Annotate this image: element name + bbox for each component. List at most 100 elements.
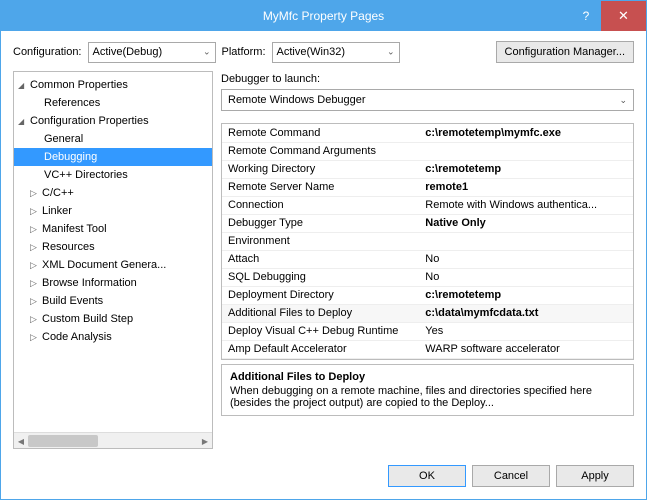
expand-icon[interactable] (30, 278, 40, 289)
tree-browse-info[interactable]: Browse Information (14, 274, 212, 292)
property-row[interactable]: Remote Command Arguments (222, 142, 633, 160)
property-row[interactable]: SQL DebuggingNo (222, 268, 633, 286)
scroll-thumb[interactable] (28, 435, 98, 447)
h-scrollbar[interactable]: ◀ ▶ (14, 432, 212, 448)
property-key: Remote Server Name (222, 178, 419, 196)
tree-cpp[interactable]: C/C++ (14, 184, 212, 202)
property-key: Deployment Directory (222, 286, 419, 304)
description-title: Additional Files to Deploy (230, 371, 625, 383)
config-row: Configuration: Active(Debug) ⌄ Platform:… (1, 31, 646, 71)
apply-button[interactable]: Apply (556, 465, 634, 487)
right-panel: Debugger to launch: Remote Windows Debug… (221, 71, 634, 449)
expand-icon[interactable] (18, 80, 28, 90)
property-row[interactable]: Deployment Directoryc:\remotetemp (222, 286, 633, 304)
tree-label: Configuration Properties (30, 115, 149, 127)
expand-icon[interactable] (30, 188, 40, 199)
property-value[interactable]: Yes (419, 322, 633, 340)
property-row[interactable]: Remote Commandc:\remotetemp\mymfc.exe (222, 124, 633, 142)
tree-label: Custom Build Step (42, 313, 133, 325)
tree-label: VC++ Directories (44, 169, 128, 181)
cancel-button[interactable]: Cancel (472, 465, 550, 487)
configuration-manager-button[interactable]: Configuration Manager... (496, 41, 634, 63)
configuration-value: Active(Debug) (93, 46, 163, 58)
tree-label: General (44, 133, 83, 145)
configuration-label: Configuration: (13, 46, 82, 58)
tree-xml-doc-gen[interactable]: XML Document Genera... (14, 256, 212, 274)
tree-custom-build-step[interactable]: Custom Build Step (14, 310, 212, 328)
ok-button[interactable]: OK (388, 465, 466, 487)
expand-icon[interactable] (30, 206, 40, 217)
property-key: Connection (222, 196, 419, 214)
window-controls: ? ✕ (571, 1, 646, 31)
expand-icon[interactable] (30, 296, 40, 307)
tree-build-events[interactable]: Build Events (14, 292, 212, 310)
tree-debugging[interactable]: Debugging (14, 148, 212, 166)
property-value[interactable]: Native Only (419, 214, 633, 232)
debugger-launch-combo[interactable]: Remote Windows Debugger ⌄ (221, 89, 634, 111)
property-value[interactable]: c:\data\mymfcdata.txt (419, 304, 633, 322)
scroll-left-icon[interactable]: ◀ (14, 433, 28, 449)
property-key: Remote Command Arguments (222, 142, 419, 160)
property-value[interactable]: No (419, 268, 633, 286)
tree-configuration-properties[interactable]: Configuration Properties (14, 112, 212, 130)
tree-linker[interactable]: Linker (14, 202, 212, 220)
expand-icon[interactable] (30, 242, 40, 253)
property-key: Deploy Visual C++ Debug Runtime (222, 322, 419, 340)
property-key: Debugger Type (222, 214, 419, 232)
tree-general[interactable]: General (14, 130, 212, 148)
tree[interactable]: Common Properties References Configurati… (14, 72, 212, 432)
property-value[interactable]: c:\remotetemp\mymfc.exe (419, 124, 633, 142)
expand-icon[interactable] (18, 116, 28, 126)
expand-icon[interactable] (30, 332, 40, 343)
configuration-combo[interactable]: Active(Debug) ⌄ (88, 42, 216, 63)
tree-label: Code Analysis (42, 331, 112, 343)
tree-code-analysis[interactable]: Code Analysis (14, 328, 212, 346)
footer: OK Cancel Apply (1, 457, 646, 499)
property-row[interactable]: ConnectionRemote with Windows authentica… (222, 196, 633, 214)
scroll-right-icon[interactable]: ▶ (198, 433, 212, 449)
titlebar: MyMfc Property Pages ? ✕ (1, 1, 646, 31)
platform-combo[interactable]: Active(Win32) ⌄ (272, 42, 400, 63)
tree-references[interactable]: References (14, 94, 212, 112)
property-row[interactable]: Environment (222, 232, 633, 250)
tree-label: Debugging (44, 151, 97, 163)
tree-label: Resources (42, 241, 95, 253)
expand-icon[interactable] (30, 260, 40, 271)
property-value[interactable] (419, 142, 633, 160)
tree-vc-directories[interactable]: VC++ Directories (14, 166, 212, 184)
chevron-down-icon: ⌄ (387, 47, 395, 58)
platform-label: Platform: (222, 46, 266, 58)
property-row[interactable]: Amp Default AcceleratorWARP software acc… (222, 340, 633, 358)
property-row[interactable]: Remote Server Nameremote1 (222, 178, 633, 196)
property-row[interactable]: AttachNo (222, 250, 633, 268)
tree-common-properties[interactable]: Common Properties (14, 76, 212, 94)
help-button[interactable]: ? (571, 1, 601, 31)
property-value[interactable]: Remote with Windows authentica... (419, 196, 633, 214)
debugger-launch-label: Debugger to launch: (221, 73, 634, 85)
expand-icon[interactable] (30, 224, 40, 235)
property-row[interactable]: Additional Files to Deployc:\data\mymfcd… (222, 304, 633, 322)
tree-resources[interactable]: Resources (14, 238, 212, 256)
property-value[interactable]: No (419, 250, 633, 268)
property-row[interactable]: Working Directoryc:\remotetemp (222, 160, 633, 178)
property-key: Remote Command (222, 124, 419, 142)
debugger-launch-value: Remote Windows Debugger (228, 94, 366, 106)
property-value[interactable]: c:\remotetemp (419, 160, 633, 178)
tree-label: Linker (42, 205, 72, 217)
property-value[interactable]: WARP software accelerator (419, 340, 633, 358)
description-body: When debugging on a remote machine, file… (230, 385, 625, 409)
property-value[interactable] (419, 232, 633, 250)
property-row[interactable]: Deploy Visual C++ Debug RuntimeYes (222, 322, 633, 340)
property-value[interactable]: c:\remotetemp (419, 286, 633, 304)
property-key: Amp Default Accelerator (222, 340, 419, 358)
expand-icon[interactable] (30, 314, 40, 325)
property-row[interactable]: Debugger TypeNative Only (222, 214, 633, 232)
tree-label: Build Events (42, 295, 103, 307)
tree-label: XML Document Genera... (42, 259, 166, 271)
tree-manifest-tool[interactable]: Manifest Tool (14, 220, 212, 238)
property-grid[interactable]: Remote Commandc:\remotetemp\mymfc.exeRem… (221, 123, 634, 360)
description-panel: Additional Files to Deploy When debuggin… (221, 364, 634, 416)
property-value[interactable]: remote1 (419, 178, 633, 196)
close-button[interactable]: ✕ (601, 1, 646, 31)
chevron-down-icon: ⌄ (619, 95, 627, 106)
